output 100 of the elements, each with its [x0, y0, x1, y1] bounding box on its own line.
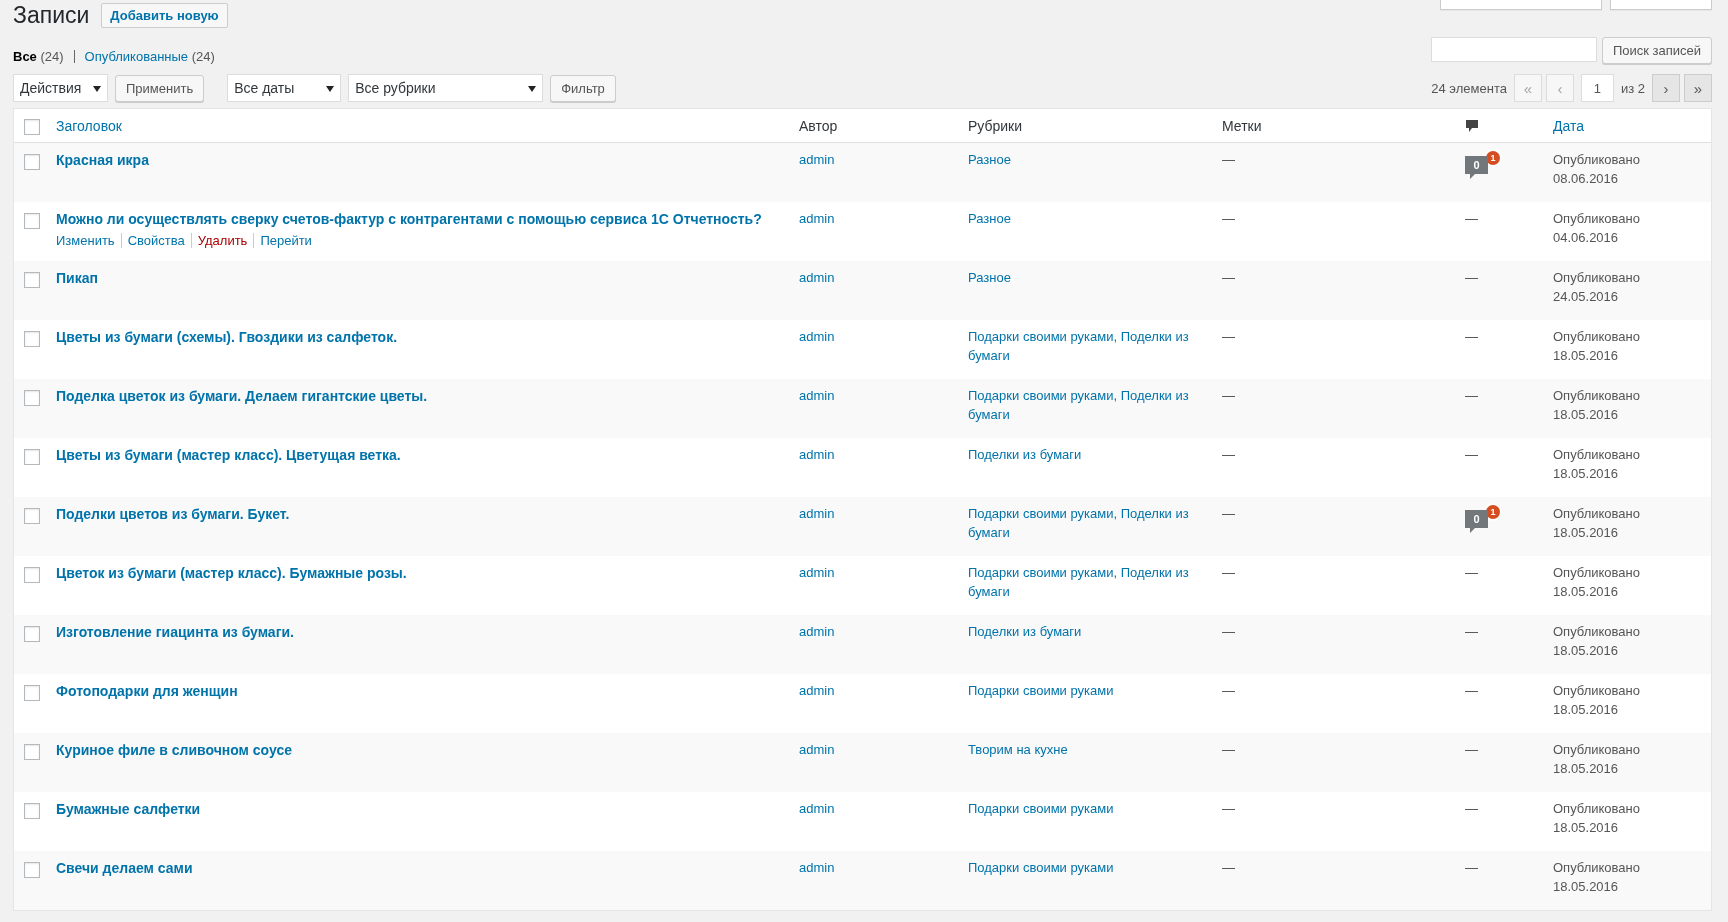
comment-count-bubble[interactable]: 0 — [1465, 156, 1488, 179]
row-checkbox[interactable] — [24, 862, 40, 878]
row-checkbox[interactable] — [24, 390, 40, 406]
comments-cell: — — [1465, 683, 1478, 698]
author-link[interactable]: admin — [799, 388, 835, 403]
page-number-field[interactable]: 1 — [1580, 74, 1614, 102]
author-link[interactable]: admin — [799, 565, 835, 580]
category-link[interactable]: Подарки своими руками — [968, 858, 1114, 877]
author-link[interactable]: admin — [799, 742, 835, 757]
comments-cell: — — [1465, 742, 1478, 757]
row-checkbox[interactable] — [24, 685, 40, 701]
author-link[interactable]: admin — [799, 447, 835, 462]
category-link[interactable]: Поделки из бумаги — [968, 622, 1082, 641]
bulk-actions-dropdown[interactable]: Действия — [13, 74, 108, 102]
post-status: Опубликовано — [1553, 152, 1641, 167]
search-button[interactable]: Поиск записей — [1601, 37, 1712, 64]
select-all-checkbox[interactable] — [24, 118, 40, 135]
tab-button[interactable] — [1440, 0, 1602, 10]
row-action-link[interactable]: Изменить — [56, 233, 115, 248]
search-field[interactable] — [1430, 37, 1597, 62]
category-link[interactable]: Подарки своими руками — [968, 799, 1114, 818]
author-link[interactable]: admin — [799, 624, 835, 639]
comments-cell: — — [1465, 801, 1478, 816]
post-title-link[interactable]: Куриное филе в сливочном соусе — [56, 742, 292, 758]
tags-cell: — — [1222, 742, 1235, 757]
tab-button[interactable] — [1610, 0, 1712, 10]
category-link[interactable]: Подарки своими руками, Поделки из бумаги — [968, 327, 1190, 365]
author-link[interactable]: admin — [799, 329, 835, 344]
post-status: Опубликовано — [1553, 447, 1641, 462]
view-filter-link[interactable]: Все (24) — [13, 49, 64, 64]
pagination-button[interactable]: › — [1652, 74, 1680, 102]
category-link[interactable]: Поделки из бумаги — [968, 445, 1082, 464]
filter-button[interactable]: Фильтр — [550, 74, 616, 102]
row-action-link[interactable]: Удалить — [190, 233, 248, 248]
category-link[interactable]: Разное — [968, 209, 1011, 228]
comments-cell: — — [1465, 211, 1478, 226]
tags-cell: — — [1222, 329, 1235, 344]
row-checkbox[interactable] — [24, 803, 40, 819]
row-checkbox[interactable] — [24, 508, 40, 524]
category-link[interactable]: Подарки своими руками, Поделки из бумаги — [968, 563, 1190, 601]
row-checkbox[interactable] — [24, 626, 40, 642]
column-header-link[interactable]: Заголовок — [56, 117, 122, 134]
row-checkbox[interactable] — [24, 449, 40, 465]
comments-cell: — — [1465, 565, 1478, 580]
row-checkbox[interactable] — [24, 567, 40, 583]
author-link[interactable]: admin — [799, 860, 835, 875]
category-filter-dropdown[interactable]: Все рубрики — [348, 74, 544, 102]
category-link[interactable]: Разное — [968, 268, 1011, 287]
post-title-link[interactable]: Цветок из бумаги (мастер класс). Бумажные розы. — [56, 565, 407, 581]
post-title-link[interactable]: Изготовление гиацинта из бумаги. — [56, 624, 294, 640]
row-checkbox[interactable] — [24, 744, 40, 760]
comments-cell: — — [1465, 329, 1478, 344]
post-title-link[interactable]: Красная икра — [56, 152, 149, 168]
category-link[interactable]: Творим на кухне — [968, 740, 1068, 759]
tags-cell: — — [1222, 683, 1235, 698]
post-title-link[interactable]: Цветы из бумаги (схемы). Гвоздики из салфеток. — [56, 329, 398, 345]
row-checkbox[interactable] — [24, 154, 40, 170]
item-count: 24 элемента — [1431, 80, 1507, 96]
row-checkbox[interactable] — [24, 272, 40, 288]
post-title-link[interactable]: Свечи делаем сами — [56, 860, 193, 876]
post-title-link[interactable]: Фотоподарки для женщин — [56, 683, 238, 699]
post-title-link[interactable]: Можно ли осуществлять сверку счетов-фактур с контрагентами с помощью сервиса 1С Отчетность? — [56, 211, 762, 227]
comment-count-bubble[interactable]: 0 — [1465, 510, 1488, 533]
row-action-link[interactable]: Перейти — [253, 233, 312, 248]
post-title-link[interactable]: Поделки цветов из бумаги. Букет. — [56, 506, 290, 522]
author-link[interactable]: admin — [799, 506, 835, 521]
pagination-button[interactable]: » — [1684, 74, 1712, 102]
author-link[interactable]: admin — [799, 152, 835, 167]
author-link[interactable]: admin — [799, 801, 835, 816]
tags-cell: — — [1222, 152, 1235, 167]
post-date: 18.05.2016 — [1553, 348, 1620, 363]
post-status: Опубликовано — [1553, 506, 1641, 521]
post-date: 18.05.2016 — [1553, 820, 1620, 835]
post-status: Опубликовано — [1553, 860, 1641, 875]
post-date: 04.06.2016 — [1553, 230, 1620, 245]
post-status: Опубликовано — [1553, 801, 1641, 816]
post-title-link[interactable]: Пикап — [56, 270, 98, 286]
row-checkbox[interactable] — [24, 331, 40, 347]
author-link[interactable]: admin — [799, 683, 835, 698]
post-title-link[interactable]: Цветы из бумаги (мастер класс). Цветущая ветка. — [56, 447, 401, 463]
row-checkbox[interactable] — [24, 213, 40, 229]
author-link[interactable]: admin — [799, 270, 835, 285]
category-link[interactable]: Подарки своими руками — [968, 681, 1114, 700]
add-new-button[interactable]: Добавить новую — [101, 2, 228, 28]
post-title-link[interactable]: Поделка цветок из бумаги. Делаем гигантские цветы. — [56, 388, 428, 404]
category-link[interactable]: Разное — [968, 150, 1011, 169]
category-link[interactable]: Подарки своими руками, Поделки из бумаги — [968, 386, 1190, 424]
post-title-link[interactable]: Бумажные салфетки — [56, 801, 201, 817]
page-total: из 2 — [1620, 80, 1645, 96]
category-link[interactable]: Подарки своими руками, Поделки из бумаги — [968, 504, 1190, 542]
view-filter-link[interactable]: Опубликованные (24) — [84, 49, 215, 64]
author-link[interactable]: admin — [799, 211, 835, 226]
caret-icon — [326, 86, 335, 92]
comments-cell: — — [1465, 624, 1478, 639]
row-action-link[interactable]: Свойства — [120, 233, 185, 248]
date-filter-dropdown[interactable]: Все даты — [227, 74, 342, 102]
tags-cell: — — [1222, 211, 1235, 226]
column-header-link[interactable]: Дата — [1553, 117, 1584, 134]
comments-cell: — — [1465, 447, 1478, 462]
apply-button[interactable]: Применить — [115, 74, 205, 102]
